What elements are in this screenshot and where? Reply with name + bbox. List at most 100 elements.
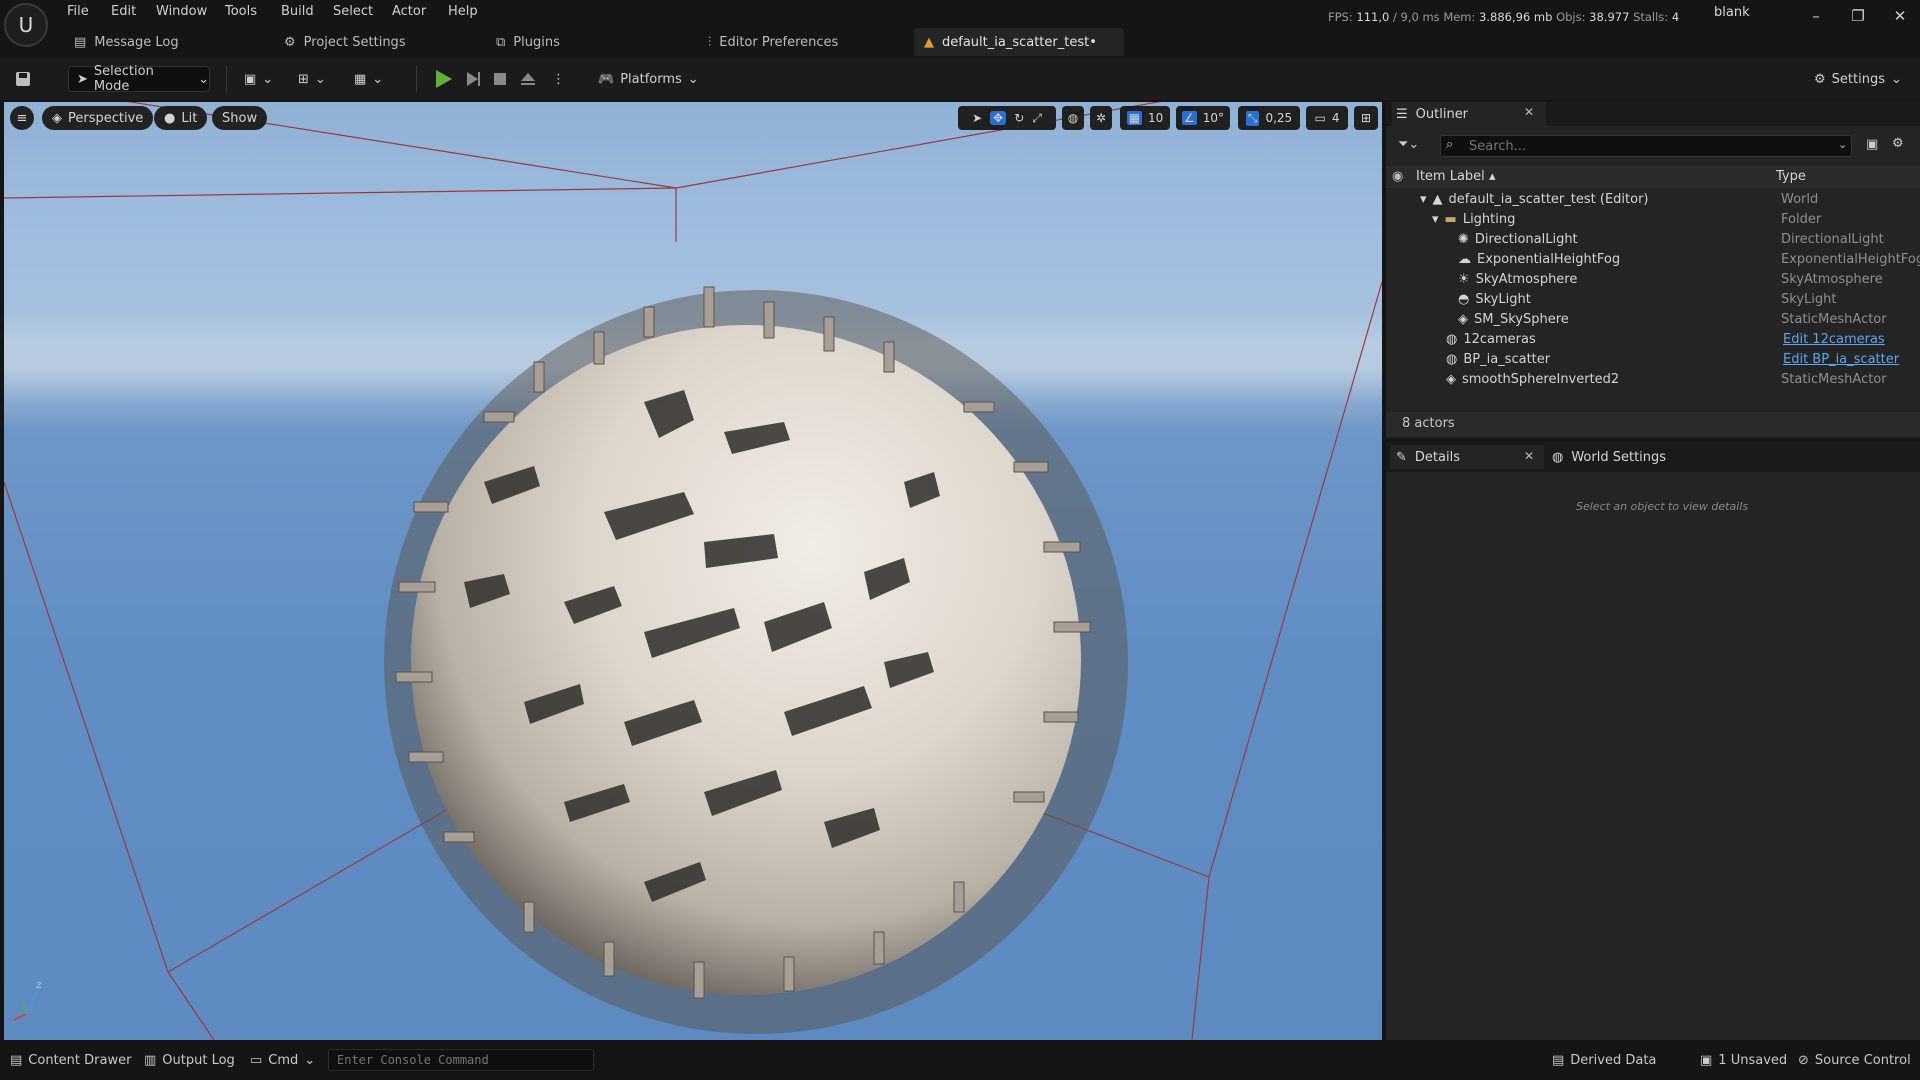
platforms-dropdown[interactable]: 🎮 Platforms ⌄ (598, 66, 699, 92)
add-actor-button[interactable]: ▣ ⌄ (244, 66, 273, 92)
globe-icon: ◍ (1067, 111, 1079, 125)
outliner-row[interactable]: ◈ smoothSphereInverted2 StaticMeshActor (1386, 370, 1920, 390)
output-log-button[interactable]: ▥ Output Log (144, 1053, 235, 1068)
chevron-down-icon[interactable]: ⌄ (1838, 138, 1847, 151)
outliner-title: Outliner (1415, 106, 1469, 122)
frame-advance-button[interactable] (464, 66, 482, 92)
sphere-icon: ● (164, 110, 176, 126)
derived-data-button[interactable]: ▤ Derived Data (1552, 1053, 1656, 1068)
show-button[interactable]: Show (212, 106, 268, 130)
gear-icon: ⚙ (1814, 71, 1826, 87)
item-label-header-text: Item Label (1416, 169, 1485, 184)
outliner-row[interactable]: ☀ SkyAtmosphere SkyAtmosphere (1386, 270, 1920, 290)
outliner-row[interactable]: ◈ SM_SkySphere StaticMeshActor (1386, 310, 1920, 330)
outliner-settings-icon[interactable]: ⚙ (1892, 136, 1904, 151)
scale-snap-value: 0,25 (1265, 111, 1293, 125)
close-details-icon[interactable]: ✕ (1524, 449, 1534, 463)
tab-message-log[interactable]: ▤ Message Log (74, 28, 179, 56)
outliner-row[interactable]: ▾ ▬ Lighting Folder (1386, 210, 1920, 230)
restore-icon[interactable]: ❐ (1844, 6, 1872, 26)
lit-button[interactable]: ● Lit (154, 106, 208, 130)
angle-icon: ∠ (1181, 111, 1197, 125)
tab-outliner[interactable]: ☰ Outliner (1392, 102, 1546, 126)
source-control-button[interactable]: ⊘ Source Control (1798, 1053, 1911, 1068)
tab-project-settings[interactable]: ⚙ Project Settings (284, 28, 406, 56)
select-tool-icon[interactable]: ➤ (972, 111, 982, 125)
camera-speed[interactable]: ▭ 4 (1306, 106, 1348, 130)
grid-snap[interactable]: ▦ 10 (1120, 106, 1170, 130)
type-header[interactable]: Type (1776, 169, 1806, 184)
eject-button[interactable] (520, 66, 536, 92)
outliner-row[interactable]: ◓ SkyLight SkyLight (1386, 290, 1920, 310)
tab-world-settings[interactable]: ◍ World Settings (1552, 445, 1666, 469)
transform-tools[interactable]: ➤ ✥ ↻ ⤢ (958, 106, 1056, 130)
menu-file[interactable]: File (67, 4, 89, 19)
tab-editor-preferences[interactable]: ⫶ Editor Preferences (708, 28, 838, 56)
menu-edit[interactable]: Edit (111, 4, 136, 19)
row-type: Folder (1781, 212, 1822, 227)
outliner-row[interactable]: ☁ ExponentialHeightFog ExponentialHeightF… (1386, 250, 1920, 270)
outliner-row[interactable]: ▾ ▲ default_ia_scatter_test (Editor) World (1386, 190, 1920, 210)
cinematics-button[interactable]: ▦ ⌄ (354, 66, 383, 92)
viewport-layout-button[interactable]: ⊞ (1354, 106, 1378, 130)
edit-blueprint-link[interactable]: Edit 12cameras (1783, 332, 1885, 347)
blueprint-button[interactable]: ⊞ ⌄ (298, 66, 326, 92)
tab-details[interactable]: ✎ Details (1390, 445, 1544, 469)
surface-snap-toggle[interactable]: ✲ (1090, 106, 1112, 130)
level-viewport[interactable]: z (4, 102, 1382, 1040)
stop-button[interactable] (492, 66, 508, 92)
tab-level[interactable]: ▲ default_ia_scatter_test• (914, 28, 1124, 56)
show-label: Show (222, 110, 258, 126)
blueprint-actor-icon: ◍ (1446, 352, 1458, 367)
perspective-label: Perspective (68, 110, 144, 126)
menu-actor[interactable]: Actor (392, 4, 426, 19)
output-log-label: Output Log (162, 1053, 235, 1068)
outliner-search-input[interactable] (1440, 135, 1852, 157)
close-window-icon[interactable]: ✕ (1886, 6, 1914, 26)
row-label: SkyAtmosphere (1475, 272, 1578, 287)
save-icon[interactable] (14, 66, 36, 92)
translate-tool-icon[interactable]: ✥ (990, 111, 1007, 125)
outliner-row[interactable]: ◍ BP_ia_scatter Edit BP_ia_scatter (1386, 350, 1920, 370)
more-options-icon[interactable]: ⋮ (552, 66, 565, 92)
console-command-input[interactable] (328, 1049, 594, 1071)
item-label-header[interactable]: Item Label ▴ (1416, 169, 1495, 184)
rotation-snap[interactable]: ∠ 10° (1176, 106, 1230, 130)
expand-arrow-icon[interactable]: ▾ (1420, 192, 1427, 207)
world-local-toggle[interactable]: ◍ (1062, 106, 1084, 130)
perspective-button[interactable]: ◈ Perspective (42, 106, 154, 130)
menu-tools[interactable]: Tools (225, 4, 257, 19)
tab-editor-preferences-label: Editor Preferences (719, 34, 839, 50)
outliner-row[interactable]: ✺ DirectionalLight DirectionalLight (1386, 230, 1920, 250)
menu-window[interactable]: Window (156, 4, 207, 19)
unsaved-button[interactable]: ▣ 1 Unsaved (1700, 1053, 1787, 1068)
unreal-logo-icon[interactable]: U (4, 3, 48, 47)
scale-tool-icon[interactable]: ⤢ (1032, 111, 1042, 126)
menu-select[interactable]: Select (333, 4, 373, 19)
outliner-row[interactable]: ◍ 12cameras Edit 12cameras (1386, 330, 1920, 350)
tab-plugins[interactable]: ⧉ Plugins (496, 28, 560, 56)
toolbar-divider (416, 66, 417, 92)
scale-snap[interactable]: ⤡ 0,25 (1238, 106, 1300, 130)
tab-plugins-label: Plugins (513, 34, 560, 50)
selection-mode-dropdown[interactable]: ➤ Selection Mode ⌄ (68, 64, 210, 94)
rotate-tool-icon[interactable]: ↻ (1014, 111, 1024, 125)
tab-level-label: default_ia_scatter_test• (942, 34, 1097, 50)
edit-blueprint-link[interactable]: Edit BP_ia_scatter (1783, 352, 1899, 367)
filter-icon[interactable]: ⏷⌄ (1398, 137, 1419, 152)
directional-light-icon: ✺ (1458, 232, 1469, 247)
minimize-icon[interactable]: – (1802, 6, 1830, 26)
settings-dropdown[interactable]: ⚙ Settings ⌄ (1814, 66, 1902, 92)
menu-build[interactable]: Build (281, 4, 314, 19)
row-type: StaticMeshActor (1781, 372, 1887, 387)
expand-arrow-icon[interactable]: ▾ (1432, 212, 1439, 227)
eye-icon[interactable]: ◉ (1392, 169, 1403, 184)
chevron-down-icon: ⌄ (687, 71, 699, 87)
menu-help[interactable]: Help (448, 4, 478, 19)
new-folder-icon[interactable]: ▣ (1866, 137, 1878, 152)
play-button[interactable] (432, 66, 454, 92)
content-drawer-button[interactable]: ▤ Content Drawer (10, 1053, 131, 1068)
viewport-menu-button[interactable]: ≡ (10, 106, 34, 130)
cmd-dropdown[interactable]: ▭ Cmd ⌄ (250, 1053, 315, 1068)
close-outliner-icon[interactable]: ✕ (1524, 105, 1534, 119)
